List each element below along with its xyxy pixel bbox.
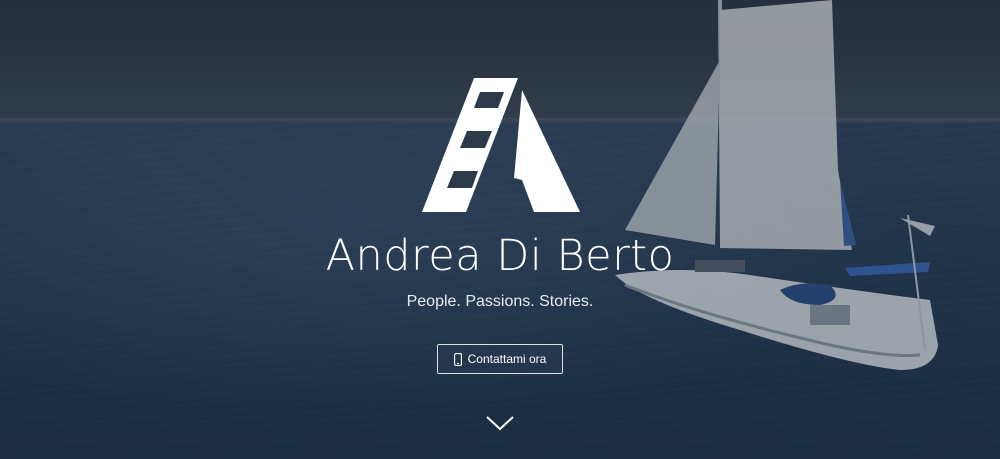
tagline: People. Passions. Stories. xyxy=(406,293,594,310)
page-title: Andrea Di Berto xyxy=(325,231,675,281)
hero-section: Andrea Di Berto People. Passions. Storie… xyxy=(0,0,1000,459)
chevron-down-icon[interactable] xyxy=(485,413,515,433)
contact-button[interactable]: Contattami ora xyxy=(437,344,563,374)
mobile-phone-icon xyxy=(453,352,462,366)
contact-button-label: Contattami ora xyxy=(467,352,547,366)
film-strip-a-logo[interactable] xyxy=(422,78,580,212)
